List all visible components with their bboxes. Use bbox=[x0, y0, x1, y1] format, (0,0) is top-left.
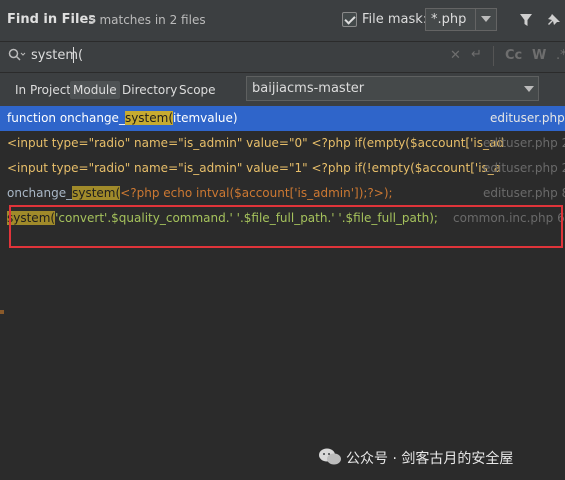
tab-directory[interactable]: Directory bbox=[119, 81, 180, 99]
text-caret bbox=[73, 47, 74, 63]
result-code: <input type="radio" name="is_admin" valu… bbox=[7, 136, 504, 150]
pin-icon[interactable] bbox=[546, 12, 562, 28]
filter-icon[interactable] bbox=[519, 13, 533, 27]
newline-icon[interactable]: ↵ bbox=[471, 47, 482, 62]
file-mask-label: File mask: bbox=[362, 12, 428, 27]
clear-icon[interactable]: ✕ bbox=[450, 48, 461, 63]
result-file: edituser.php bbox=[490, 111, 565, 125]
result-code: <input type="radio" name="is_admin" valu… bbox=[7, 161, 502, 175]
toolbar-divider bbox=[493, 46, 494, 66]
search-icon[interactable] bbox=[8, 48, 26, 62]
file-mask-checkbox[interactable] bbox=[342, 12, 357, 27]
watermark-text: 公众号 · 剑客古月的安全屋 bbox=[346, 451, 514, 467]
file-mask-divider bbox=[475, 9, 476, 30]
chevron-down-icon[interactable] bbox=[481, 16, 491, 22]
result-code: onchange_ bbox=[7, 186, 73, 200]
file-mask-value: *.php bbox=[431, 12, 467, 27]
result-file: edituser.php 2 bbox=[483, 136, 565, 150]
wechat-icon bbox=[319, 448, 341, 465]
gutter-marker bbox=[0, 310, 4, 314]
highlight-annotation-box bbox=[9, 205, 563, 248]
chevron-down-icon[interactable] bbox=[524, 86, 534, 92]
result-file: edituser.php 8 bbox=[483, 186, 565, 200]
result-row[interactable]: <input type="radio" name="is_admin" valu… bbox=[0, 156, 565, 181]
search-input[interactable]: system( bbox=[31, 48, 83, 63]
match-highlight: system( bbox=[72, 186, 121, 200]
result-row[interactable]: <input type="radio" name="is_admin" valu… bbox=[0, 131, 565, 156]
result-code: <?php echo intval($account['is_admin']);… bbox=[120, 186, 393, 200]
preview-pane bbox=[0, 256, 565, 480]
dialog-title: Find in Files bbox=[7, 12, 97, 27]
tab-module[interactable]: Module bbox=[70, 81, 120, 99]
regex-button[interactable]: .* bbox=[556, 48, 565, 63]
result-code: itemvalue) bbox=[173, 111, 238, 125]
module-dropdown-value: baijiacms-master bbox=[252, 81, 365, 96]
result-row[interactable]: onchange_system(<?php echo intval($accou… bbox=[0, 181, 565, 206]
result-row[interactable]: function onchange_system(itemvalue) edit… bbox=[0, 106, 565, 131]
result-file: edituser.php 2 bbox=[483, 161, 565, 175]
result-code: function onchange_ bbox=[7, 111, 125, 125]
match-case-button[interactable]: Cc bbox=[505, 48, 522, 63]
match-count: 5 matches in 2 files bbox=[88, 13, 206, 27]
words-button[interactable]: W bbox=[532, 48, 546, 63]
tab-in-project[interactable]: In Project bbox=[12, 81, 74, 99]
tab-scope[interactable]: Scope bbox=[176, 81, 219, 99]
match-highlight: system( bbox=[124, 111, 174, 125]
